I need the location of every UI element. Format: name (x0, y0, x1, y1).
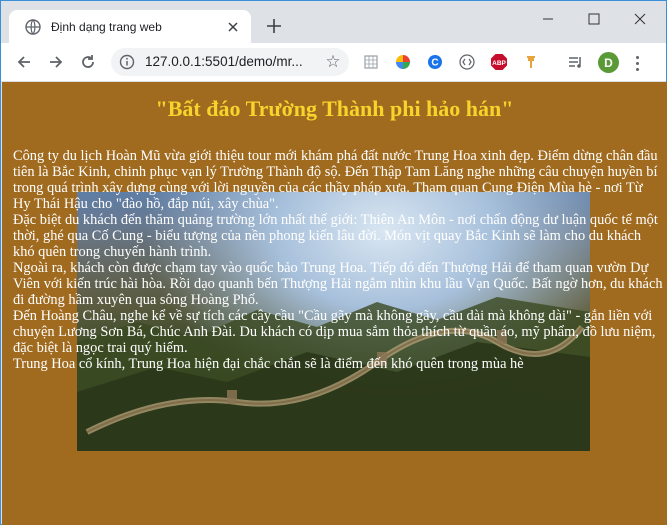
menu-icon[interactable] (628, 53, 646, 73)
color-wheel-icon[interactable] (394, 53, 412, 71)
maximize-button[interactable] (571, 7, 617, 31)
paragraph: Công ty du lịch Hoàn Mũ vừa giới thiệu t… (13, 148, 658, 212)
c-icon[interactable]: C (426, 53, 444, 71)
svg-text:ABP: ABP (492, 60, 506, 67)
abp-icon[interactable]: ABP (490, 53, 508, 71)
reload-icon[interactable] (77, 51, 99, 73)
globe-icon (25, 18, 41, 35)
article-body: Công ty du lịch Hoàn Mũ vừa giới thiệu t… (13, 148, 663, 372)
page-heading: "Bất đáo Trường Thành phi hảo hán" (155, 96, 514, 121)
back-icon[interactable] (13, 51, 35, 73)
grid-icon[interactable] (362, 53, 380, 71)
page-viewport: "Bất đáo Trường Thành phi hảo hán" Công … (2, 82, 667, 525)
address-bar[interactable]: 127.0.0.1:5501/demo/mr... ☆ (111, 48, 349, 76)
playlist-icon[interactable] (566, 53, 584, 71)
new-tab-button[interactable] (263, 15, 285, 37)
info-icon[interactable] (119, 54, 135, 70)
browser-tab[interactable]: Định dạng trang web (9, 10, 251, 43)
tab-title: Định dạng trang web (51, 19, 162, 34)
tab-strip: Định dạng trang web (1, 1, 666, 43)
profile-avatar[interactable]: D (598, 52, 619, 73)
svg-text:C: C (431, 58, 438, 69)
bookmark-star-icon[interactable]: ☆ (323, 52, 343, 72)
paragraph: Ngoài ra, khách còn được chạm tay vào qu… (13, 260, 663, 308)
paragraph: Đặc biệt du khách đến thăm quảng trường … (13, 212, 658, 260)
pin-icon[interactable] (522, 53, 540, 71)
paragraph: Trung Hoa cổ kính, Trung Hoa hiện đại ch… (13, 356, 524, 372)
forward-icon[interactable] (45, 51, 67, 73)
close-window-button[interactable] (617, 7, 663, 31)
browser-toolbar: 127.0.0.1:5501/demo/mr... ☆ C ABP D (1, 43, 666, 82)
bracket-icon[interactable] (458, 53, 476, 71)
tab-close-icon[interactable] (225, 19, 241, 35)
minimize-button[interactable] (525, 7, 571, 31)
browser-window: Định dạng trang web 127.0.0.1:5501/demo/… (0, 0, 667, 525)
paragraph: Đến Hoàng Châu, nghe kể về sự tích các c… (13, 308, 656, 356)
url-text: 127.0.0.1:5501/demo/mr... (145, 54, 303, 69)
